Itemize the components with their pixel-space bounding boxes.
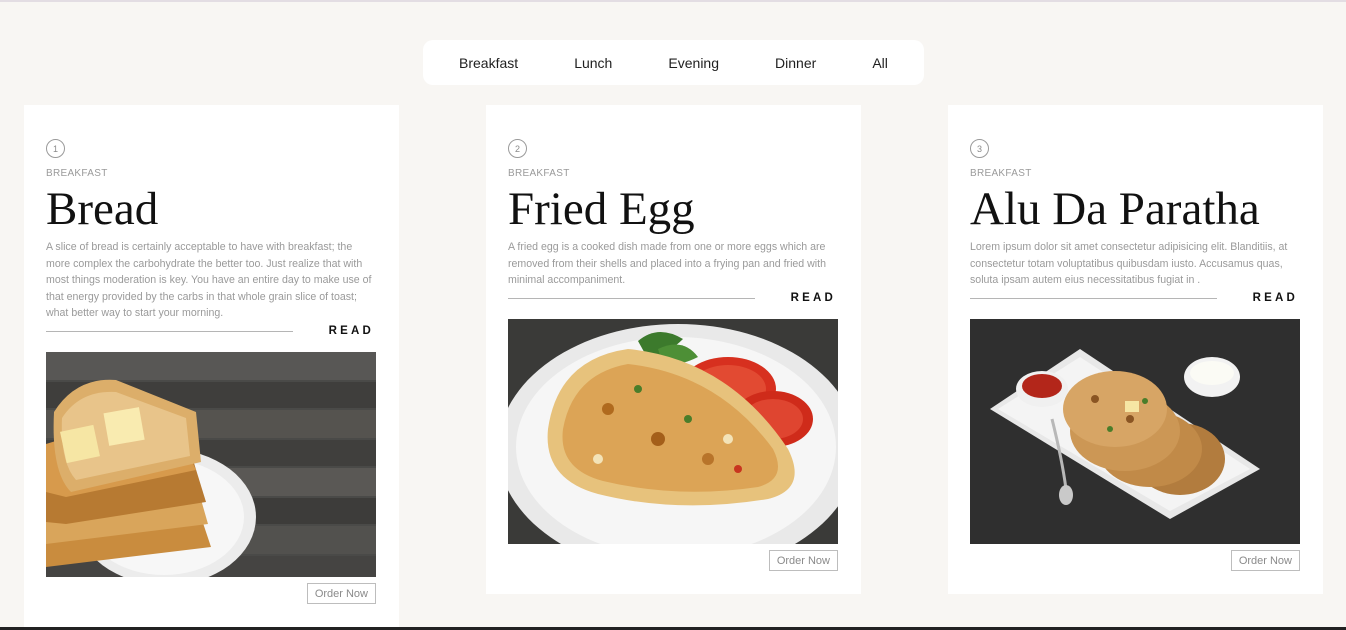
card-number: 2 [508, 139, 527, 158]
divider [508, 298, 755, 299]
menu-card-bread: 1 BREAKFAST Bread A slice of bread is ce… [24, 105, 399, 630]
divider [46, 331, 293, 332]
omelette-photo [508, 319, 838, 544]
card-title: Fried Egg [508, 183, 695, 235]
top-border [0, 0, 1346, 2]
order-now-button[interactable]: Order Now [1230, 550, 1300, 571]
read-link[interactable]: READ [791, 292, 836, 304]
menu-card-alu-da-paratha: 3 BREAKFAST Alu Da Paratha Lorem ipsum d… [948, 105, 1323, 594]
card-category: BREAKFAST [970, 168, 1032, 179]
card-title: Bread [46, 183, 159, 235]
card-description: A fried egg is a cooked dish made from o… [508, 241, 826, 286]
tab-evening[interactable]: Evening [668, 55, 719, 71]
order-now-button[interactable]: Order Now [306, 583, 376, 604]
paratha-photo [970, 319, 1300, 544]
menu-card-fried-egg: 2 BREAKFAST Fried Egg A fried egg is a c… [486, 105, 861, 594]
card-description: Lorem ipsum dolor sit amet consectetur a… [970, 241, 1288, 286]
tab-all[interactable]: All [872, 55, 888, 71]
card-description: A slice of bread is certainly acceptable… [46, 241, 372, 319]
tab-breakfast[interactable]: Breakfast [459, 55, 518, 71]
tab-lunch[interactable]: Lunch [574, 55, 612, 71]
card-category: BREAKFAST [508, 168, 570, 179]
divider [970, 298, 1217, 299]
card-title: Alu Da Paratha [970, 183, 1260, 235]
meal-filter-tabs: Breakfast Lunch Evening Dinner All [423, 40, 924, 85]
card-category: BREAKFAST [46, 168, 108, 179]
card-number: 3 [970, 139, 989, 158]
tab-dinner[interactable]: Dinner [775, 55, 816, 71]
order-now-button[interactable]: Order Now [768, 550, 838, 571]
read-link[interactable]: READ [329, 325, 374, 337]
card-number: 1 [46, 139, 65, 158]
bread-photo [46, 352, 376, 577]
read-link[interactable]: READ [1253, 292, 1298, 304]
